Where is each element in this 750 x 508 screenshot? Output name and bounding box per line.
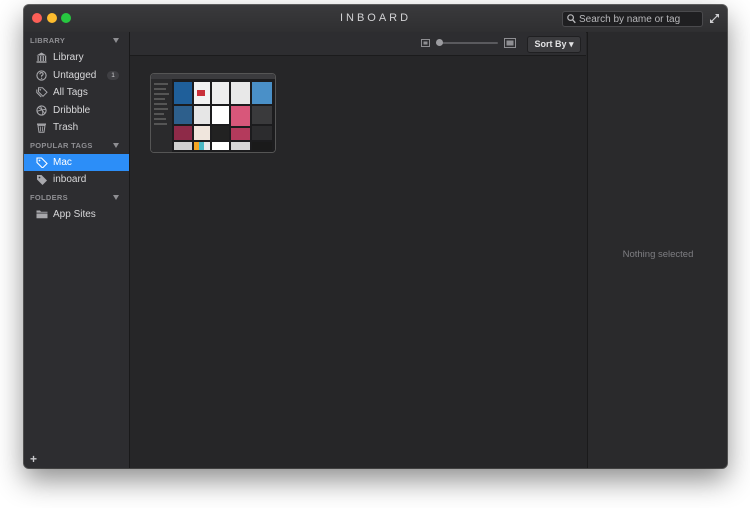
tag-icon (37, 175, 47, 185)
sidebar-item-label: Dribbble (53, 104, 91, 116)
sidebar-item-inboard[interactable]: inboard (24, 171, 129, 189)
section-header-popular-tags[interactable]: POPULAR TAGS (24, 137, 129, 154)
fullscreen-icon[interactable] (709, 13, 720, 24)
section-header-library[interactable]: LIBRARY (24, 32, 129, 49)
disclosure-triangle-icon[interactable] (113, 142, 119, 148)
sidebar-item-mac[interactable]: Mac (24, 153, 129, 171)
dribbble-icon (36, 104, 47, 116)
sidebar-item-label: inboard (53, 174, 87, 185)
add-button[interactable]: + (30, 452, 37, 466)
search-icon (567, 14, 576, 24)
thumbnail-image (151, 74, 275, 152)
sidebar-item-all-tags[interactable]: All Tags (24, 84, 129, 102)
section-label: LIBRARY (30, 36, 66, 45)
sidebar-item-library[interactable]: Library (24, 49, 129, 67)
zoom-slider-knob[interactable] (436, 39, 444, 46)
sidebar-item-app-sites[interactable]: App Sites (24, 206, 129, 224)
detail-panel: Nothing selected (587, 32, 727, 468)
count-badge: 1 (107, 70, 119, 80)
screenshot-thumbnail[interactable] (150, 73, 276, 153)
sidebar-item-label: Untagged (53, 69, 97, 81)
sidebar-item-label: All Tags (53, 87, 88, 98)
sidebar-item-dribbble[interactable]: Dribbble (24, 102, 129, 120)
app-window: INBOARD LIBRARY (24, 5, 727, 468)
search-input[interactable] (579, 12, 697, 26)
small-thumbnail-icon[interactable] (421, 39, 430, 47)
disclosure-triangle-icon[interactable] (113, 38, 119, 43)
sidebar-item-label: Library (53, 52, 84, 63)
section-label: POPULAR TAGS (30, 140, 93, 150)
trash-icon (37, 123, 46, 133)
folder-icon (36, 210, 48, 218)
sort-by-button[interactable]: Sort By ▾ (527, 36, 581, 53)
tag-icon (36, 156, 48, 168)
content-toolbar: Sort By ▾ (130, 32, 586, 56)
tags-icon (36, 87, 48, 98)
large-thumbnail-icon[interactable] (504, 38, 516, 48)
main-content: Sort By ▾ (130, 32, 586, 468)
zoom-slider-track[interactable] (436, 42, 498, 44)
disclosure-triangle-icon[interactable] (113, 194, 119, 200)
library-icon (36, 52, 47, 63)
sidebar-item-trash[interactable]: Trash (24, 119, 129, 137)
sidebar-item-label: App Sites (53, 208, 96, 220)
sidebar-item-label: Trash (53, 122, 79, 133)
section-label: FOLDERS (30, 192, 68, 202)
sidebar-item-label: Mac (53, 156, 72, 168)
question-icon (36, 69, 47, 81)
sidebar: LIBRARY Library Untagged 1 All Tags Drib… (24, 32, 130, 468)
section-header-folders[interactable]: FOLDERS (24, 189, 129, 206)
title-bar: INBOARD (24, 5, 727, 33)
search-field[interactable] (562, 11, 703, 27)
sidebar-item-untagged[interactable]: Untagged 1 (24, 67, 129, 85)
empty-state-text: Nothing selected (622, 249, 694, 260)
